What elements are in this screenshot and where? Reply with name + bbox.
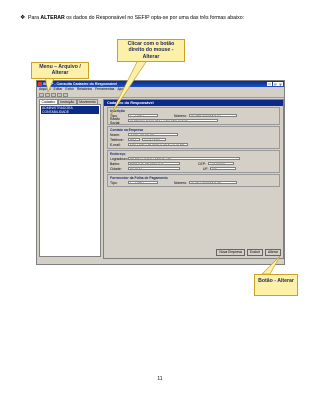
- callout-button: Botão - Alterar: [254, 274, 298, 296]
- pointer-bottom: [261, 255, 281, 275]
- callout-right-click: Clicar com o botão direito do mouse - Al…: [117, 39, 185, 62]
- pointer-top: [109, 55, 151, 117]
- callout-menu: Menu – Arquivo / Alterar: [31, 62, 89, 79]
